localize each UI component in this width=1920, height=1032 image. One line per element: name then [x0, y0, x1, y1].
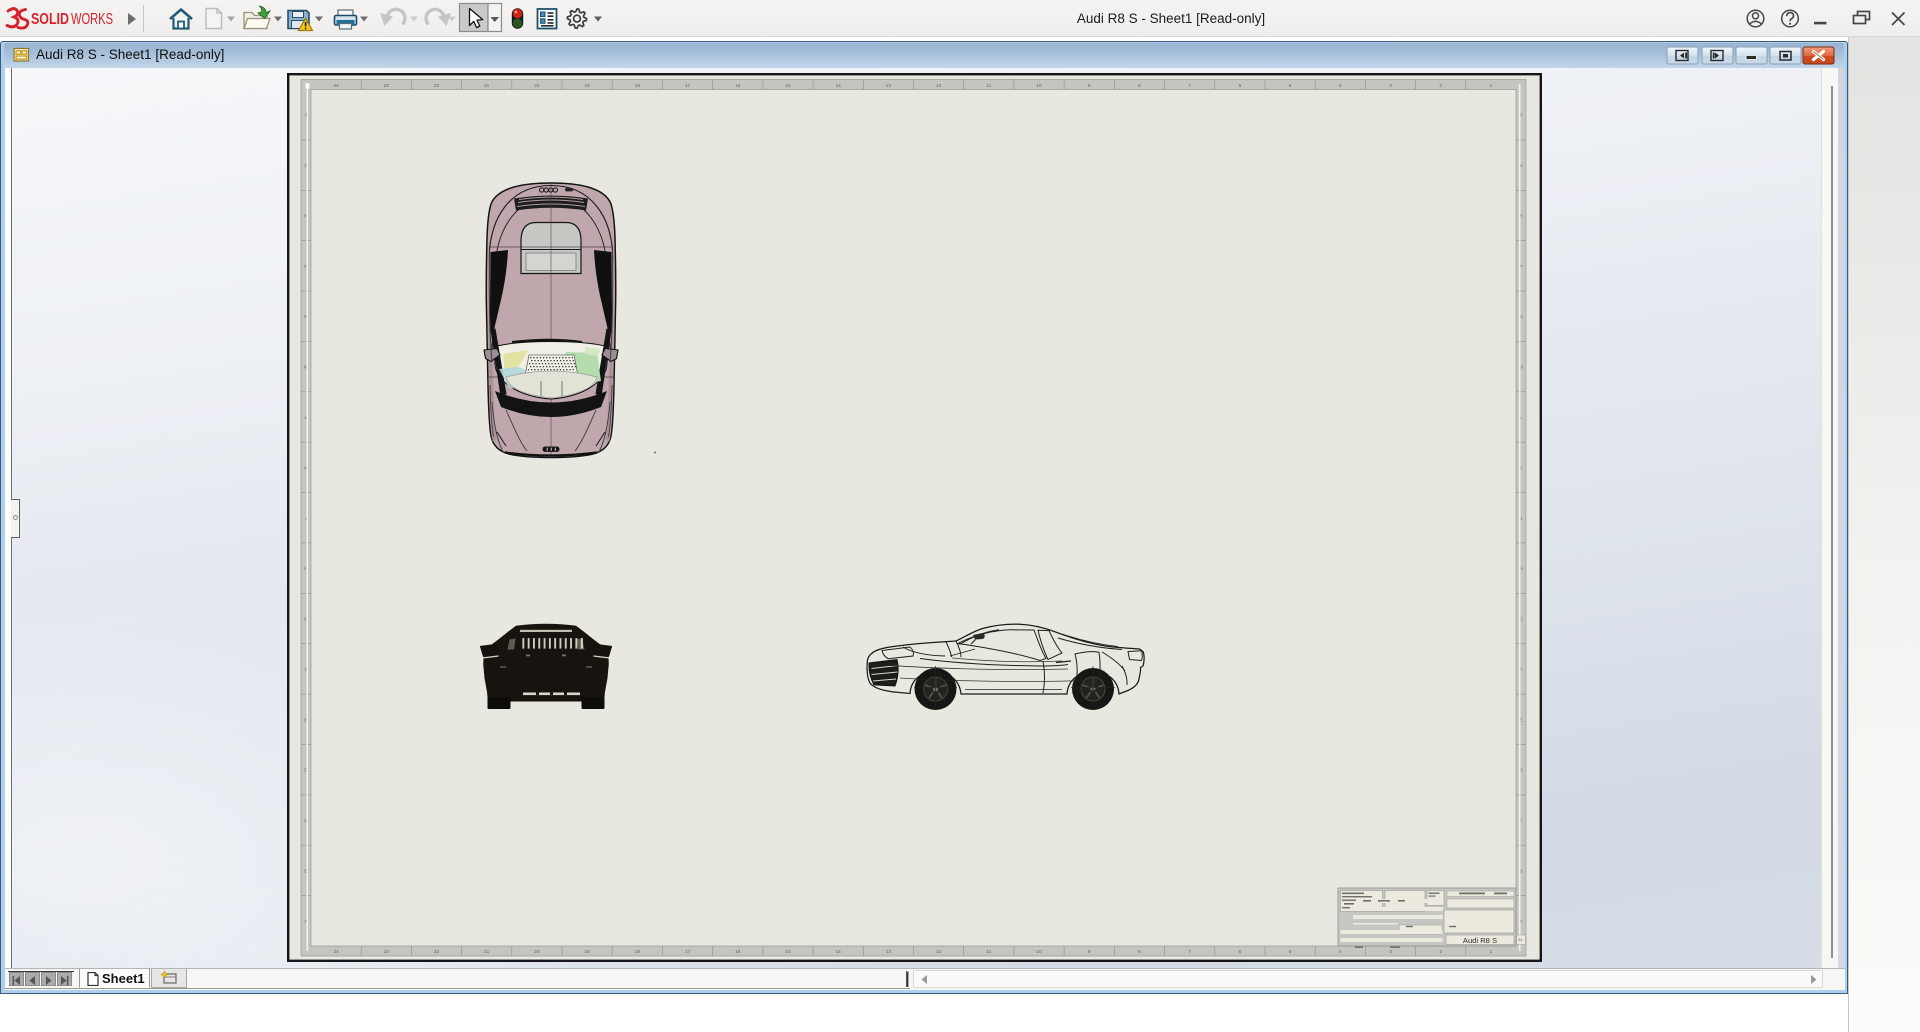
svg-text:4: 4 — [1339, 83, 1342, 88]
svg-text:10: 10 — [1036, 949, 1042, 954]
svg-text:24: 24 — [333, 83, 339, 88]
svg-text:4: 4 — [1339, 949, 1342, 954]
svg-text:18: 18 — [635, 949, 641, 954]
svg-text:22: 22 — [434, 949, 440, 954]
svg-text:3: 3 — [1389, 949, 1392, 954]
svg-text:13: 13 — [886, 949, 892, 954]
svg-text:23: 23 — [384, 83, 390, 88]
svg-text:Audi R8 S - Sheet1 [Read-only]: Audi R8 S - Sheet1 [Read-only] — [1077, 11, 1265, 26]
svg-text:20: 20 — [534, 83, 540, 88]
svg-text:7: 7 — [1188, 83, 1191, 88]
svg-text:5: 5 — [1289, 949, 1292, 954]
svg-text:1: 1 — [1490, 949, 1493, 954]
svg-text:15: 15 — [785, 949, 791, 954]
svg-text:1: 1 — [1490, 83, 1493, 88]
svg-text:2: 2 — [1439, 949, 1442, 954]
svg-text:10: 10 — [1036, 83, 1042, 88]
svg-text:24: 24 — [333, 949, 339, 954]
svg-text:6: 6 — [1239, 949, 1242, 954]
svg-text:11: 11 — [986, 949, 991, 954]
svg-text:12: 12 — [936, 949, 942, 954]
svg-text:Audi R8 S: Audi R8 S — [1463, 936, 1497, 945]
svg-text:22: 22 — [434, 83, 440, 88]
svg-text:11: 11 — [986, 83, 991, 88]
svg-text:9: 9 — [1088, 83, 1091, 88]
svg-text:18: 18 — [635, 83, 641, 88]
svg-text:8: 8 — [1138, 83, 1141, 88]
svg-text:8: 8 — [1138, 949, 1141, 954]
svg-text:7: 7 — [1188, 949, 1191, 954]
svg-text:5: 5 — [1289, 83, 1292, 88]
svg-text:9: 9 — [1088, 949, 1091, 954]
svg-text:21: 21 — [484, 949, 490, 954]
svg-text:21: 21 — [484, 83, 490, 88]
svg-text:SOLID: SOLID — [31, 11, 69, 28]
svg-text:15: 15 — [785, 83, 791, 88]
svg-text:16: 16 — [735, 83, 741, 88]
svg-text:19: 19 — [584, 83, 590, 88]
svg-text:3: 3 — [1389, 83, 1392, 88]
svg-text:16: 16 — [735, 949, 741, 954]
svg-text:14: 14 — [836, 83, 842, 88]
svg-text:2: 2 — [1439, 83, 1442, 88]
svg-text:14: 14 — [836, 949, 842, 954]
svg-text:17: 17 — [685, 83, 691, 88]
svg-text:17: 17 — [685, 949, 691, 954]
svg-text:A1: A1 — [1518, 938, 1522, 942]
svg-text:6: 6 — [1239, 83, 1242, 88]
svg-text:WORKS: WORKS — [71, 11, 113, 28]
svg-text:13: 13 — [886, 83, 892, 88]
svg-text:19: 19 — [584, 949, 590, 954]
svg-text:23: 23 — [384, 949, 390, 954]
svg-text:20: 20 — [534, 949, 540, 954]
svg-text:12: 12 — [936, 83, 942, 88]
